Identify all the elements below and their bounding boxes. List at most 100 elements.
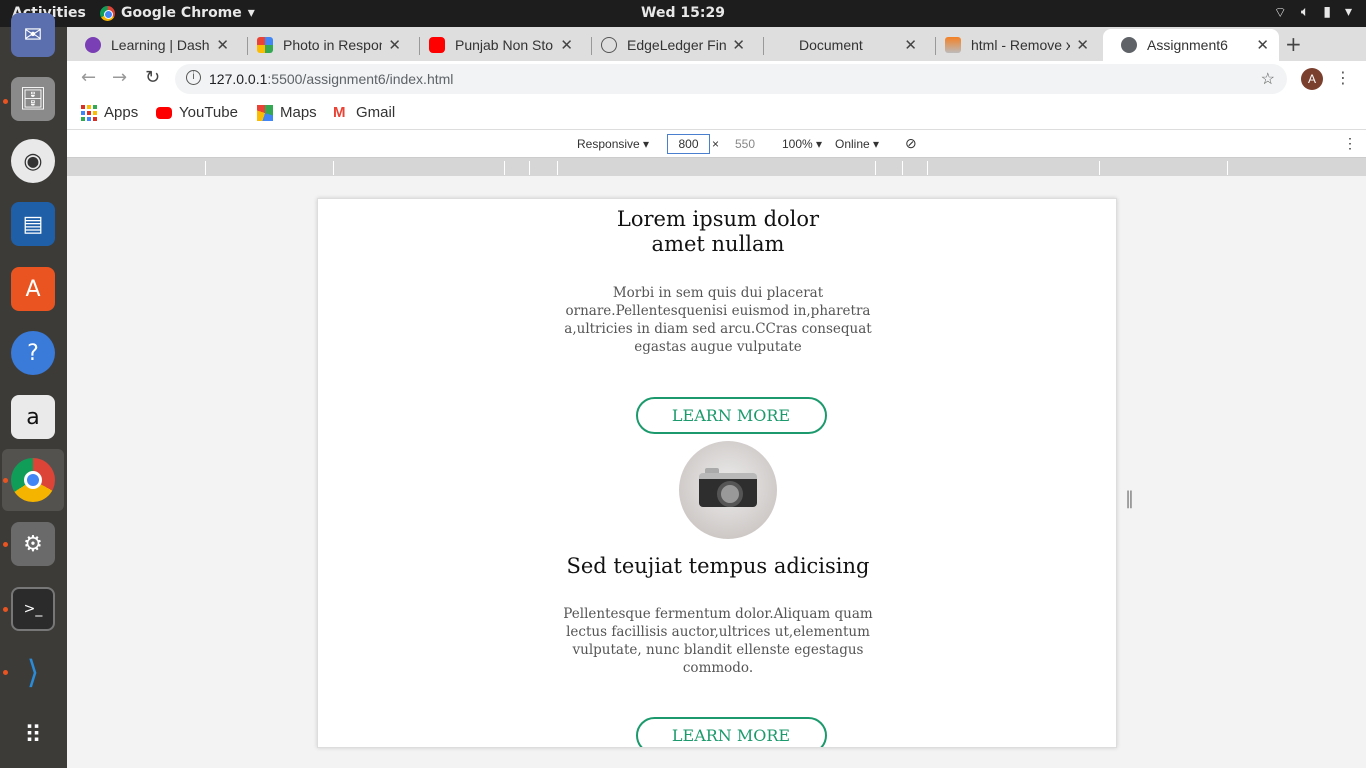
new-tab-button[interactable]: + xyxy=(1285,32,1302,56)
device-toolbar: Responsive ▾ 800 × 550 100% ▾ Online ▾ ⊘… xyxy=(67,131,1366,158)
close-icon[interactable]: ✕ xyxy=(904,36,917,54)
feature-card-2: Sed teujiat tempus adicising Pellentesqu… xyxy=(318,441,1116,747)
amazon-icon[interactable]: a xyxy=(11,395,55,439)
close-icon[interactable]: ✕ xyxy=(1256,36,1269,54)
youtube-icon xyxy=(156,106,172,119)
app-menu-label: Google Chrome xyxy=(121,5,242,21)
tab-document[interactable]: Document ✕ xyxy=(755,29,927,61)
tab-title: Learning | Dashboa xyxy=(111,37,210,53)
rotate-icon[interactable]: ⊘ xyxy=(905,135,917,152)
tab-title: Photo in Respons xyxy=(283,37,382,53)
rhythmbox-icon[interactable]: ◉ xyxy=(11,139,55,183)
settings-icon[interactable]: ⚙ xyxy=(11,522,55,566)
running-indicator xyxy=(3,542,8,547)
device-select[interactable]: Responsive ▾ xyxy=(577,137,649,151)
stackoverflow-icon xyxy=(945,37,961,53)
ruler-divider xyxy=(1099,161,1100,175)
battery-icon: ▮ xyxy=(1323,4,1331,20)
bookmark-label: Apps xyxy=(104,104,139,121)
volume-icon: 🔈︎ xyxy=(1300,4,1310,20)
bookmark-maps[interactable]: Maps xyxy=(257,104,317,121)
bookmark-apps[interactable]: Apps xyxy=(81,104,138,121)
tab-edgeledger[interactable]: EdgeLedger Fina ✕ xyxy=(583,29,755,61)
ruler-divider xyxy=(557,161,558,175)
tab-stackoverflow[interactable]: html - Remove x ✕ xyxy=(927,29,1099,61)
show-apps-icon[interactable]: ⠿ xyxy=(11,713,55,757)
page-viewport: Lorem ipsum dolor amet nullam Morbi in s… xyxy=(317,198,1117,748)
camera-lens xyxy=(717,481,743,507)
dock: ✉ 🗄︎ ◉ ▤ A ? a ⚙ >_ ⟩ ⠿ xyxy=(0,13,67,768)
close-icon[interactable]: ✕ xyxy=(388,36,401,54)
card-title: Sed teujiat tempus adicising xyxy=(566,554,870,578)
tab-assignment6[interactable]: Assignment6 ✕ xyxy=(1103,29,1279,61)
feature-card-1: Lorem ipsum dolor amet nullam Morbi in s… xyxy=(318,207,1116,434)
files-icon[interactable]: 🗄︎ xyxy=(11,77,55,121)
reload-icon[interactable]: ↻ xyxy=(145,67,160,88)
learn-more-button[interactable]: LEARN MORE xyxy=(635,397,827,434)
app-menu[interactable]: Google Chrome ▾ xyxy=(100,5,255,21)
youtube-icon xyxy=(429,37,445,53)
bookmark-label: Gmail xyxy=(356,104,396,121)
card-text: Pellentesque fermentum dolor.Aliquam qua… xyxy=(563,606,873,676)
system-top-bar: Activities Google Chrome ▾ Wed 15:29 ⌔ 🔈… xyxy=(0,0,1366,27)
close-icon[interactable]: ✕ xyxy=(216,36,229,54)
bookmark-label: YouTube xyxy=(179,104,238,121)
tab-title: EdgeLedger Fina xyxy=(627,37,727,53)
tab-punjab[interactable]: Punjab Non Stop ✕ xyxy=(411,29,583,61)
maps-icon xyxy=(257,104,273,121)
tab-favicon xyxy=(773,37,789,53)
running-indicator xyxy=(3,607,8,612)
chrome-icon[interactable] xyxy=(11,458,55,502)
vscode-icon[interactable]: ⟩ xyxy=(11,650,55,694)
more-options-icon[interactable]: ⋮ xyxy=(1343,135,1357,152)
close-icon[interactable]: ✕ xyxy=(732,36,745,54)
forward-icon[interactable]: → xyxy=(112,67,127,88)
viewport-height-input[interactable]: 550 xyxy=(735,137,755,151)
running-indicator xyxy=(3,670,8,675)
bookmark-gmail[interactable]: M Gmail xyxy=(333,104,395,121)
tab-favicon xyxy=(601,37,617,53)
software-icon[interactable]: A xyxy=(11,267,55,311)
more-menu-icon[interactable]: ⋮ xyxy=(1335,68,1351,87)
close-icon[interactable]: ✕ xyxy=(1076,36,1089,54)
apps-icon xyxy=(81,104,97,121)
card-title: Lorem ipsum dolor amet nullam xyxy=(616,207,820,256)
tab-learning[interactable]: Learning | Dashboa ✕ xyxy=(67,29,239,61)
tab-photo[interactable]: Photo in Respons ✕ xyxy=(239,29,411,61)
chevron-down-icon: ▾ xyxy=(247,5,255,21)
site-info-icon[interactable]: i xyxy=(186,70,201,85)
learn-more-button[interactable]: LEARN MORE xyxy=(635,717,827,747)
browser-window: Learning | Dashboa ✕ Photo in Respons ✕ … xyxy=(67,27,1366,768)
back-icon[interactable]: ← xyxy=(81,67,96,88)
gmail-icon: M xyxy=(333,103,346,121)
url-text[interactable]: 127.0.0.1:5500/assignment6/index.html xyxy=(209,71,453,87)
bookmark-label: Maps xyxy=(280,104,317,121)
globe-icon xyxy=(1121,37,1137,53)
terminal-icon[interactable]: >_ xyxy=(11,587,55,631)
thunderbird-icon[interactable]: ✉ xyxy=(11,13,55,57)
ruler-divider xyxy=(1227,161,1228,175)
ruler-divider xyxy=(875,161,876,175)
viewport-width-input[interactable]: 800 xyxy=(667,134,710,154)
running-indicator xyxy=(3,99,8,104)
close-icon[interactable]: ✕ xyxy=(560,36,573,54)
tab-favicon xyxy=(257,37,273,53)
media-query-ruler[interactable] xyxy=(67,158,1366,176)
address-bar[interactable]: i 127.0.0.1:5500/assignment6/index.html … xyxy=(175,64,1287,94)
network-throttle-select[interactable]: Online ▾ xyxy=(835,137,879,151)
tab-strip: Learning | Dashboa ✕ Photo in Respons ✕ … xyxy=(67,27,1366,61)
profile-avatar[interactable]: A xyxy=(1301,68,1323,90)
help-icon[interactable]: ? xyxy=(11,331,55,375)
ruler-divider xyxy=(927,161,928,175)
wifi-icon: ⌔ xyxy=(1273,5,1287,21)
ruler-divider xyxy=(333,161,334,175)
emulated-viewport-area: Lorem ipsum dolor amet nullam Morbi in s… xyxy=(67,176,1366,768)
writer-icon[interactable]: ▤ xyxy=(11,202,55,246)
tab-title: Punjab Non Stop xyxy=(455,37,555,53)
system-tray[interactable]: ⌔ 🔈︎ ▮ ▾ xyxy=(1274,4,1352,22)
bookmarks-bar: Apps YouTube Maps M Gmail xyxy=(67,97,1366,130)
zoom-select[interactable]: 100% ▾ xyxy=(782,137,822,151)
resize-handle-right[interactable]: ‖ xyxy=(1125,488,1134,509)
bookmark-youtube[interactable]: YouTube xyxy=(156,104,238,121)
bookmark-star-icon[interactable]: ☆ xyxy=(1261,69,1275,89)
